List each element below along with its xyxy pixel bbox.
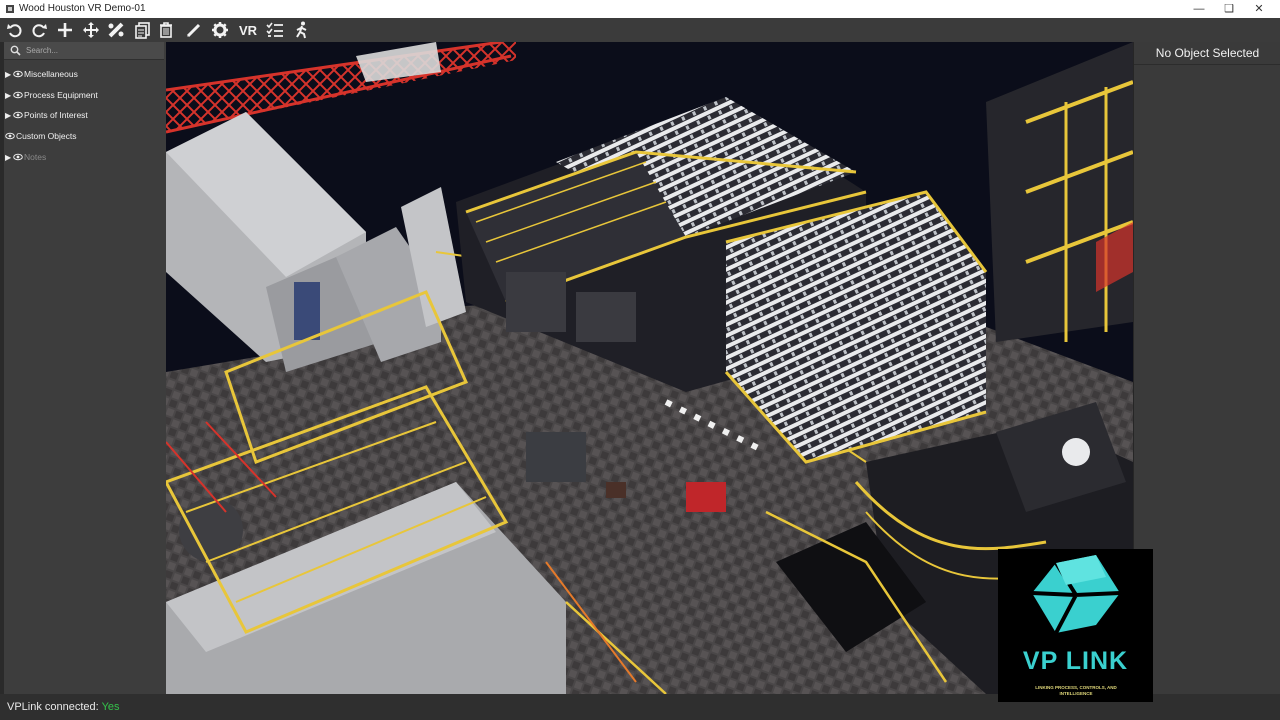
undo-icon — [7, 24, 22, 38]
tree-item-label: Miscellaneous — [24, 69, 78, 79]
tree-item-label: Notes — [24, 152, 47, 162]
add-button[interactable] — [54, 20, 76, 40]
walk-button[interactable] — [291, 20, 313, 40]
logo-brand: VP LINK — [1022, 647, 1129, 675]
search-box — [4, 42, 164, 60]
walk-icon — [296, 21, 307, 39]
close-button[interactable]: ✕ — [1244, 2, 1274, 16]
delete-icon — [160, 22, 172, 38]
visibility-eye-icon[interactable] — [13, 91, 23, 99]
vr-button[interactable]: VR — [235, 20, 261, 40]
logo-tagline: LINKING PROCESS, CONTROLS, AND INTELLIGE… — [1035, 685, 1117, 696]
tree-item-label: Custom Objects — [16, 131, 77, 141]
vr-button-label: VR — [238, 22, 258, 38]
window-title-bar: Wood Houston VR Demo-01 — ❑ ✕ — [0, 0, 1280, 18]
tree-item-points-of-interest[interactable]: ▶ Points of Interest — [5, 107, 163, 123]
cube-logo-icon — [1031, 555, 1121, 634]
redo-button[interactable] — [28, 20, 50, 40]
tree-item-label: Process Equipment — [24, 90, 98, 100]
settings-button[interactable] — [209, 20, 231, 40]
expand-arrow-icon[interactable]: ▶ — [5, 153, 13, 162]
copy-button[interactable] — [132, 20, 154, 40]
inspector-header: No Object Selected — [1134, 42, 1280, 65]
expand-arrow-icon[interactable]: ▶ — [5, 91, 13, 100]
tree-item-notes[interactable]: ▶ Notes — [5, 149, 163, 165]
tree-item-custom-objects[interactable]: Custom Objects — [5, 128, 163, 144]
checklist-button[interactable] — [264, 20, 286, 40]
toolbar: VR — [0, 18, 1280, 43]
visibility-eye-icon[interactable] — [13, 153, 23, 161]
vplink-status-value: Yes — [101, 701, 120, 713]
visibility-eye-icon[interactable] — [5, 132, 15, 140]
redo-icon — [32, 24, 47, 38]
minimize-button[interactable]: — — [1184, 2, 1214, 16]
vplink-status-label: VPLink connected: — [7, 701, 99, 713]
plant-3d-scene[interactable] — [166, 42, 1133, 694]
visibility-eye-icon[interactable] — [13, 111, 23, 119]
restore-button[interactable]: ❑ — [1214, 2, 1244, 16]
measure-icon — [108, 22, 124, 38]
expand-arrow-icon[interactable]: ▶ — [5, 111, 13, 120]
gear-icon — [212, 22, 228, 38]
panel-edge — [0, 42, 4, 694]
window-title: Wood Houston VR Demo-01 — [19, 3, 146, 14]
visibility-eye-icon[interactable] — [13, 70, 23, 78]
measure-button[interactable] — [105, 20, 127, 40]
vp-link-logo: VP LINK LINKING PROCESS, CONTROLS, AND I… — [998, 549, 1153, 702]
inspector-panel: No Object Selected — [1133, 42, 1280, 694]
checklist-icon — [266, 22, 283, 37]
delete-button[interactable] — [155, 20, 177, 40]
pen-button[interactable] — [183, 20, 205, 40]
app-icon — [6, 5, 14, 13]
3d-viewport[interactable] — [166, 42, 1133, 694]
tree-item-label: Points of Interest — [24, 110, 88, 120]
move-button[interactable] — [80, 20, 102, 40]
tree-item-miscellaneous[interactable]: ▶ Miscellaneous — [5, 66, 163, 82]
pen-icon — [186, 23, 201, 38]
search-icon — [10, 45, 21, 56]
expand-arrow-icon[interactable]: ▶ — [5, 70, 13, 79]
tree-item-process-equipment[interactable]: ▶ Process Equipment — [5, 87, 163, 103]
add-icon — [58, 23, 72, 37]
move-icon — [83, 22, 99, 38]
search-input[interactable] — [26, 43, 161, 57]
scene-tree-panel: ▶ Miscellaneous ▶ Process Equipment ▶ Points … — [0, 42, 166, 694]
copy-icon — [135, 22, 150, 39]
vplink-status: VPLink connected: Yes — [7, 701, 120, 713]
undo-button[interactable] — [4, 20, 26, 40]
